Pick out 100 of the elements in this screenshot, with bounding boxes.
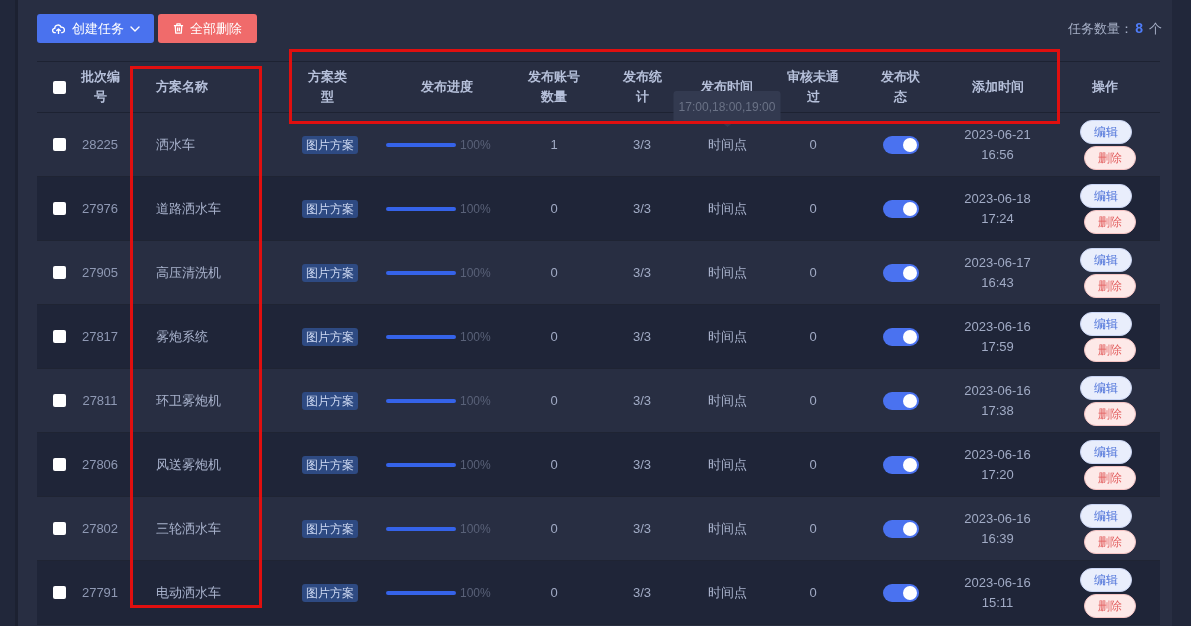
table-cell-text: 3/3 — [632, 583, 652, 602]
edit-button[interactable]: 编辑 — [1080, 375, 1132, 400]
column-header: 发布统计 — [622, 68, 662, 106]
row-checkbox[interactable] — [53, 458, 66, 471]
table-cell-text: 27791 — [81, 583, 119, 602]
delete-button[interactable]: 删除 — [1084, 145, 1136, 170]
column-header: 方案类型 — [307, 68, 347, 106]
time-text: 17:24 — [981, 209, 1014, 228]
column-header: 发布进度 — [421, 78, 473, 96]
table-cell-text: 道路洒水车 — [156, 199, 221, 218]
date-text: 2023-06-17 — [964, 253, 1031, 272]
type-tag: 图片方案 — [302, 263, 358, 282]
time-text: 17:20 — [981, 465, 1014, 484]
toggle-switch[interactable] — [882, 519, 919, 538]
task-count-unit: 个 — [1149, 19, 1162, 38]
table-cell-text: 27905 — [81, 263, 119, 282]
date-text: 2023-06-21 — [964, 125, 1031, 144]
table-cell-text: 27802 — [81, 519, 119, 538]
column-header: 发布账号数量 — [527, 68, 581, 106]
column-header: 添加时间 — [971, 78, 1024, 96]
select-all-checkbox[interactable] — [53, 80, 66, 94]
time-text: 17:59 — [981, 337, 1014, 356]
type-tag: 图片方案 — [302, 135, 358, 154]
row-checkbox[interactable] — [53, 586, 66, 599]
edit-button[interactable]: 编辑 — [1080, 311, 1132, 336]
time-text: 17:38 — [981, 401, 1014, 420]
table-cell-text: 0 — [809, 391, 817, 410]
table-cell-text: 0 — [809, 455, 817, 474]
date-text: 2023-06-16 — [964, 317, 1031, 336]
trash-icon — [173, 23, 184, 34]
delete-button[interactable]: 删除 — [1084, 337, 1136, 362]
edit-button[interactable]: 编辑 — [1080, 503, 1132, 528]
delete-button[interactable]: 删除 — [1084, 465, 1136, 490]
edit-button[interactable]: 编辑 — [1080, 119, 1132, 144]
task-count-label: 任务数量： — [1068, 19, 1134, 38]
table-cell-text: 风送雾炮机 — [156, 455, 221, 474]
toggle-switch[interactable] — [882, 199, 919, 218]
time-text: 16:56 — [981, 145, 1014, 164]
time-text: 16:43 — [981, 273, 1014, 292]
row-checkbox[interactable] — [53, 330, 66, 343]
date-text: 2023-06-18 — [964, 189, 1031, 208]
row-checkbox[interactable] — [53, 202, 66, 215]
table-cell-text: 时间点 — [707, 519, 747, 538]
delete-button[interactable]: 删除 — [1084, 273, 1136, 298]
table-cell-text: 0 — [809, 327, 817, 346]
table-cell-text: 3/3 — [632, 263, 652, 282]
toggle-switch[interactable] — [882, 135, 919, 154]
progress-label: 100% — [460, 456, 491, 474]
column-header: 方案名称 — [156, 78, 208, 96]
table-cell-text: 3/3 — [632, 519, 652, 538]
table-cell-text: 时间点 — [707, 391, 747, 410]
delete-button[interactable]: 删除 — [1084, 209, 1136, 234]
delete-button[interactable]: 删除 — [1084, 593, 1136, 618]
column-header: 发布状态 — [880, 68, 921, 106]
type-tag: 图片方案 — [302, 391, 358, 410]
edit-button[interactable]: 编辑 — [1080, 183, 1132, 208]
table-cell-text: 28225 — [81, 135, 119, 154]
table-cell-text: 0 — [550, 199, 558, 218]
create-task-button[interactable]: 创建任务 — [37, 14, 154, 43]
type-tag: 图片方案 — [302, 327, 358, 346]
table-cell-text: 0 — [550, 455, 558, 474]
column-header: 操作 — [1092, 78, 1118, 96]
time-text: 15:11 — [981, 593, 1014, 612]
toggle-switch[interactable] — [882, 455, 919, 474]
table-cell-text: 1 — [550, 135, 558, 154]
type-tag: 图片方案 — [302, 455, 358, 474]
row-checkbox[interactable] — [53, 522, 66, 535]
table-cell-text: 3/3 — [632, 199, 652, 218]
table-cell-text: 0 — [550, 327, 558, 346]
caret-icon — [130, 25, 140, 32]
table-cell-text: 0 — [550, 519, 558, 538]
table-cell-text: 时间点 — [707, 583, 747, 602]
progress-label: 100% — [460, 200, 491, 218]
date-text: 2023-06-16 — [964, 445, 1031, 464]
type-tag: 图片方案 — [302, 199, 358, 218]
toggle-switch[interactable] — [882, 391, 919, 410]
delete-all-button[interactable]: 全部删除 — [158, 14, 257, 43]
table-cell-text: 时间点 — [707, 199, 747, 218]
tooltip: 17:00,18:00,19:00 — [673, 90, 781, 127]
table-cell-text: 三轮洒水车 — [156, 519, 221, 538]
table-cell-text: 27811 — [82, 391, 118, 410]
table-cell-text: 0 — [809, 583, 817, 602]
table-cell-text: 3/3 — [632, 391, 652, 410]
table-cell-text: 电动洒水车 — [156, 583, 221, 602]
edit-button[interactable]: 编辑 — [1080, 247, 1132, 272]
cloud-upload-icon — [52, 23, 65, 34]
row-checkbox[interactable] — [53, 266, 66, 279]
delete-button[interactable]: 删除 — [1084, 529, 1136, 554]
row-checkbox[interactable] — [53, 138, 66, 151]
table-cell-text: 洒水车 — [156, 135, 195, 154]
edit-button[interactable]: 编辑 — [1080, 439, 1132, 464]
delete-button[interactable]: 删除 — [1084, 401, 1136, 426]
table-cell-text: 高压清洗机 — [156, 263, 221, 282]
row-checkbox[interactable] — [53, 394, 66, 407]
edit-button[interactable]: 编辑 — [1080, 567, 1132, 592]
table-cell-text: 时间点 — [707, 327, 747, 346]
toggle-switch[interactable] — [882, 263, 919, 282]
table-cell-text: 27806 — [81, 455, 119, 474]
toggle-switch[interactable] — [882, 583, 919, 602]
toggle-switch[interactable] — [882, 327, 919, 346]
